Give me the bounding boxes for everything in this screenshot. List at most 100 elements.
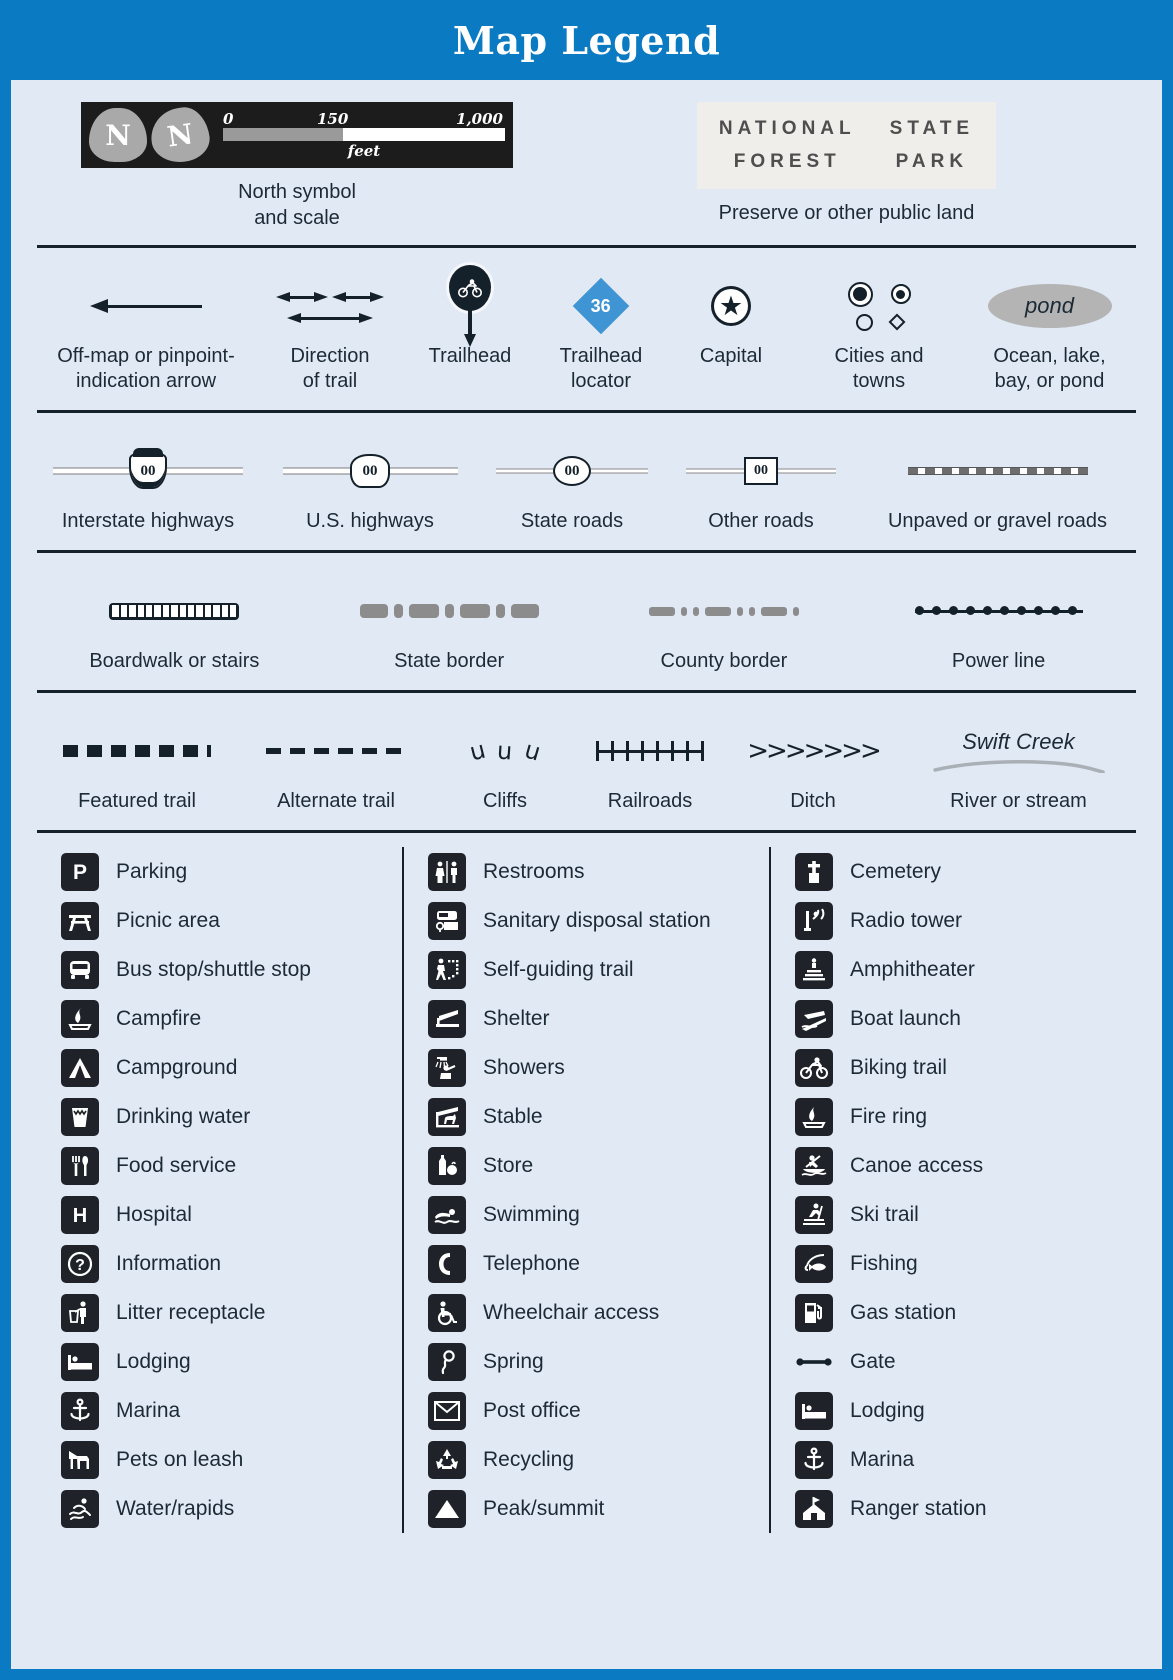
list-item[interactable]: Biking trail [795,1043,1130,1092]
list-item[interactable]: Food service [61,1141,396,1190]
list-item[interactable]: Fire ring [795,1092,1130,1141]
icon-label: Showers [483,1055,565,1079]
list-item[interactable]: Marina [795,1435,1130,1484]
list-item[interactable]: Amphitheater [795,945,1130,994]
icon-label: Fishing [850,1251,918,1275]
list-item[interactable]: Litter receptacle [61,1288,396,1337]
list-item[interactable]: Drinking water [61,1092,396,1141]
icon-label: Ranger station [850,1496,987,1520]
list-item[interactable]: P Parking [61,847,396,896]
list-item[interactable]: Store [428,1141,763,1190]
list-item[interactable]: Ski trail [795,1190,1130,1239]
marina-icon [795,1440,833,1479]
icon-label: Campground [116,1055,238,1079]
list-item[interactable]: Water/rapids [61,1484,396,1533]
ditch-icon: >>>>>>> [747,736,881,767]
bus-icon [61,950,99,989]
list-item[interactable]: Showers [428,1043,763,1092]
litter-icon [61,1293,99,1332]
symbol-direction-of-trail: Direction of trail [255,270,405,394]
list-item[interactable]: Fishing [795,1239,1130,1288]
power-line-icon [914,575,1083,647]
list-item[interactable]: Telephone [428,1239,763,1288]
stream-name-label: Swift Creek [962,729,1075,755]
direction-label-line2: of trail [302,370,358,393]
list-item[interactable]: Spring [428,1337,763,1386]
road-us-highways: 00 U.S. highways [259,435,481,534]
icon-label: Hospital [116,1202,192,1226]
icon-label: Biking trail [850,1055,947,1079]
list-item[interactable]: Sanitary disposal station [428,896,763,945]
list-item[interactable]: Marina [61,1386,396,1435]
list-item[interactable]: Wheelchair access [428,1288,763,1337]
list-item[interactable]: Boat launch [795,994,1130,1043]
list-item[interactable]: Swimming [428,1190,763,1239]
list-item[interactable]: H Hospital [61,1190,396,1239]
svg-text:?: ? [75,1257,85,1274]
campfire-icon [61,999,99,1038]
telephone-icon [428,1244,466,1283]
list-item[interactable]: Shelter [428,994,763,1043]
border-label: State border [394,650,505,673]
list-item[interactable]: Bus stop/shuttle stop [61,945,396,994]
preserve-label-box: NATIONAL FOREST STATE PARK [696,102,997,189]
list-item[interactable]: Pets on leash [61,1435,396,1484]
shelter-icon [428,999,466,1038]
biking-trail-icon [795,1048,833,1087]
list-item[interactable]: Self-guiding trail [428,945,763,994]
north-caption-line1: North symbol [238,181,356,203]
recycling-icon [428,1440,466,1479]
list-item[interactable]: Canoe access [795,1141,1130,1190]
icon-label: Post office [483,1398,581,1422]
list-item[interactable]: Post office [428,1386,763,1435]
list-item[interactable]: ? Information [61,1239,396,1288]
scale-bar-segment-gray [223,128,343,141]
section-trails: Featured trail Alternate trail uuu Cliff… [11,693,1162,830]
symbol-cities-and-towns: Cities and towns [795,270,963,394]
hospital-icon: H [61,1195,99,1234]
trail-railroads: Railroads [575,715,725,814]
trail-label: Ditch [790,790,836,813]
preserve-public-land: NATIONAL FOREST STATE PARK Preserve or o… [557,102,1136,231]
offmap-label-line1: Off-map or pinpoint- [57,345,235,368]
list-item[interactable]: Lodging [795,1386,1130,1435]
section-borders: Boardwalk or stairs State border County … [11,553,1162,690]
scale-bar [223,128,505,141]
list-item[interactable]: Cemetery [795,847,1130,896]
gate-icon [795,1356,833,1368]
scale-bar-segment-white [343,128,505,141]
offmap-label-line2: indication arrow [75,370,217,393]
preserve-caption: Preserve or other public land [718,201,975,224]
trail-label: Railroads [607,790,693,813]
symbol-capital: ★ Capital [667,270,795,369]
list-item[interactable]: Campfire [61,994,396,1043]
list-item[interactable]: Ranger station [795,1484,1130,1533]
alternate-trail-icon [266,715,406,787]
list-item[interactable]: Lodging [61,1337,396,1386]
symbol-trailhead: Trailhead [405,265,535,369]
sanitary-disposal-icon [428,901,466,940]
icon-label: Fire ring [850,1104,928,1128]
list-item[interactable]: Restrooms [428,847,763,896]
icon-label: Telephone [483,1251,580,1275]
city-large-icon [847,281,873,307]
list-item[interactable]: Gate [795,1337,1130,1386]
symbol-label: Trailhead locator [560,344,643,394]
legend-panel: N N 0 150 1,000 feet North symbol and sc… [11,80,1162,1669]
list-item[interactable]: Stable [428,1092,763,1141]
list-item[interactable]: Picnic area [61,896,396,945]
direction-label-line1: Direction [290,345,370,368]
cities-label-line2: towns [852,370,906,393]
town-circle-icon [855,313,873,331]
north-symbol-icon: N [89,108,147,162]
list-item[interactable]: Peak/summit [428,1484,763,1533]
list-item[interactable]: Campground [61,1043,396,1092]
list-item[interactable]: Radio tower [795,896,1130,945]
icon-label: Restrooms [483,859,585,883]
list-item[interactable]: Recycling [428,1435,763,1484]
icon-label: Recycling [483,1447,575,1471]
section-roads: 00 Interstate highways 00 U.S. highways [11,413,1162,550]
list-item[interactable]: Gas station [795,1288,1130,1337]
peak-summit-icon [428,1489,466,1528]
border-state: State border [312,575,587,674]
